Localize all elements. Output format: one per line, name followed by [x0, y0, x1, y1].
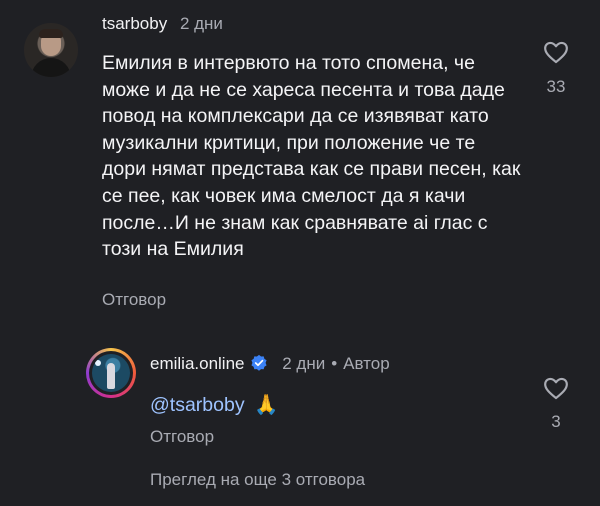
reply-reply-button[interactable]: Отговор [150, 427, 214, 447]
avatar-hair [39, 29, 63, 38]
commenter-avatar[interactable] [24, 23, 78, 77]
reply-mention[interactable]: @tsarboby [150, 394, 245, 416]
reply-text: @tsarboby 🙏 [150, 393, 278, 417]
reply-emoji: 🙏 [254, 394, 279, 416]
reply-like-count: 3 [551, 412, 561, 431]
verified-badge-icon [250, 354, 267, 371]
performer-figure [107, 363, 115, 389]
reply-avatar[interactable] [86, 348, 136, 398]
reply-meta: emilia.online 2 дни • Автор [150, 354, 390, 374]
heart-outline-icon[interactable] [543, 376, 569, 400]
reply-time: 2 дни [282, 354, 326, 373]
comment-meta: tsarboby 2 дни [102, 14, 223, 34]
view-more-replies-button[interactable]: Преглед на още 3 отговора [150, 470, 365, 490]
stage-light [95, 360, 101, 366]
avatar-shoulders [31, 58, 71, 77]
comment-like-count: 33 [546, 77, 566, 96]
comment-time: 2 дни [179, 14, 223, 33]
author-label: Автор [343, 354, 390, 373]
avatar-photo [92, 354, 130, 392]
comment-reply-button[interactable]: Отговор [102, 290, 166, 310]
comment-username[interactable]: tsarboby [102, 14, 167, 33]
avatar-ring-gap [89, 351, 133, 395]
separator-dot: • [331, 354, 338, 373]
reply-username[interactable]: emilia.online [150, 354, 245, 373]
heart-outline-icon[interactable] [543, 40, 569, 64]
comment-text: Емилия в интервюто на тото спомена, че м… [102, 52, 521, 261]
